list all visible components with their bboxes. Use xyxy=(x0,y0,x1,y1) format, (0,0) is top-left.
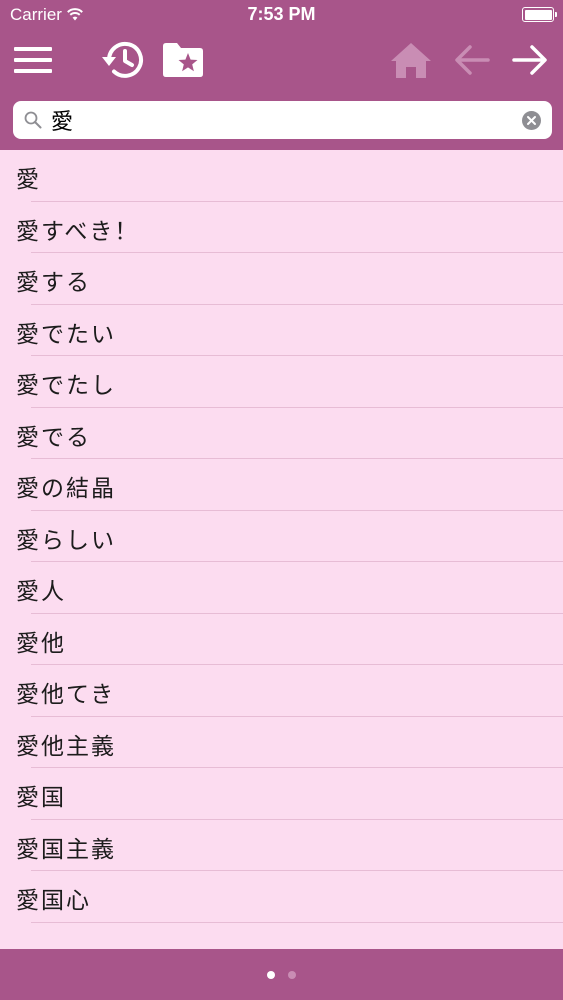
page-dot-active[interactable] xyxy=(267,971,275,979)
list-item-label: 愛国主義 xyxy=(16,836,116,863)
list-item-label: 愛国 xyxy=(16,785,66,811)
list-item-label: 愛の結晶 xyxy=(16,476,116,502)
list-item-label: 愛でる xyxy=(16,424,91,451)
history-icon[interactable] xyxy=(98,38,148,82)
list-item[interactable]: 愛でたし xyxy=(0,356,563,408)
list-item[interactable]: 愛国心 xyxy=(0,871,563,923)
list-item[interactable]: 愛の結晶 xyxy=(0,459,563,511)
list-item[interactable]: 愛らしい xyxy=(0,511,563,562)
folder-star-icon[interactable] xyxy=(160,38,206,82)
list-item-label: 愛すべき！ xyxy=(16,218,140,245)
list-item-label: 愛他てき xyxy=(16,682,116,708)
list-item[interactable]: 愛他てき xyxy=(0,665,563,717)
status-time: 7:53 PM xyxy=(247,4,316,24)
page-dot[interactable] xyxy=(288,971,296,979)
list-item[interactable]: 愛 xyxy=(0,150,563,202)
list-item[interactable]: 愛国 xyxy=(0,768,563,820)
divider xyxy=(31,921,563,923)
list-item-label: 愛国心 xyxy=(16,888,91,914)
list-item-label: 愛人 xyxy=(16,579,66,605)
list-item[interactable]: 愛でたい xyxy=(0,305,563,356)
list-item[interactable]: 愛国主義 xyxy=(0,820,563,871)
search-input[interactable] xyxy=(51,104,521,136)
hamburger-menu-icon[interactable] xyxy=(10,38,56,82)
list-item-label: 愛他 xyxy=(16,630,66,657)
list-item-label: 愛 xyxy=(16,167,41,193)
list-item-label: 愛他主義 xyxy=(16,733,116,760)
list-item[interactable]: 愛でる xyxy=(0,408,563,459)
list-item-label: 愛でたい xyxy=(16,321,116,348)
list-item[interactable]: 愛他主義 xyxy=(0,717,563,768)
home-icon[interactable] xyxy=(388,38,434,82)
list-item[interactable]: 愛すべき！ xyxy=(0,202,563,253)
clear-circle-icon[interactable] xyxy=(522,111,541,134)
bottom-bar xyxy=(0,949,563,1000)
battery-icon xyxy=(522,7,557,22)
magnifier-icon xyxy=(24,111,42,133)
list-item[interactable]: 愛他 xyxy=(0,614,563,665)
list-item-label: 愛でたし xyxy=(16,373,116,399)
list-item[interactable]: 愛人 xyxy=(0,562,563,614)
arrow-right-icon[interactable] xyxy=(508,38,552,82)
results-list: 愛 愛すべき！ 愛する 愛でたい 愛でたし 愛でる 愛の結晶 愛らしい 愛人 愛… xyxy=(0,150,563,949)
list-item-label: 愛らしい xyxy=(16,527,116,554)
search-bar xyxy=(13,101,552,139)
list-item-label: 愛する xyxy=(16,270,91,296)
arrow-left-icon[interactable] xyxy=(450,38,494,82)
list-item[interactable]: 愛する xyxy=(0,253,563,305)
status-bar: Carrier 7:53 PM xyxy=(0,0,563,30)
navigation-bar: Carrier 7:53 PM xyxy=(0,0,563,150)
